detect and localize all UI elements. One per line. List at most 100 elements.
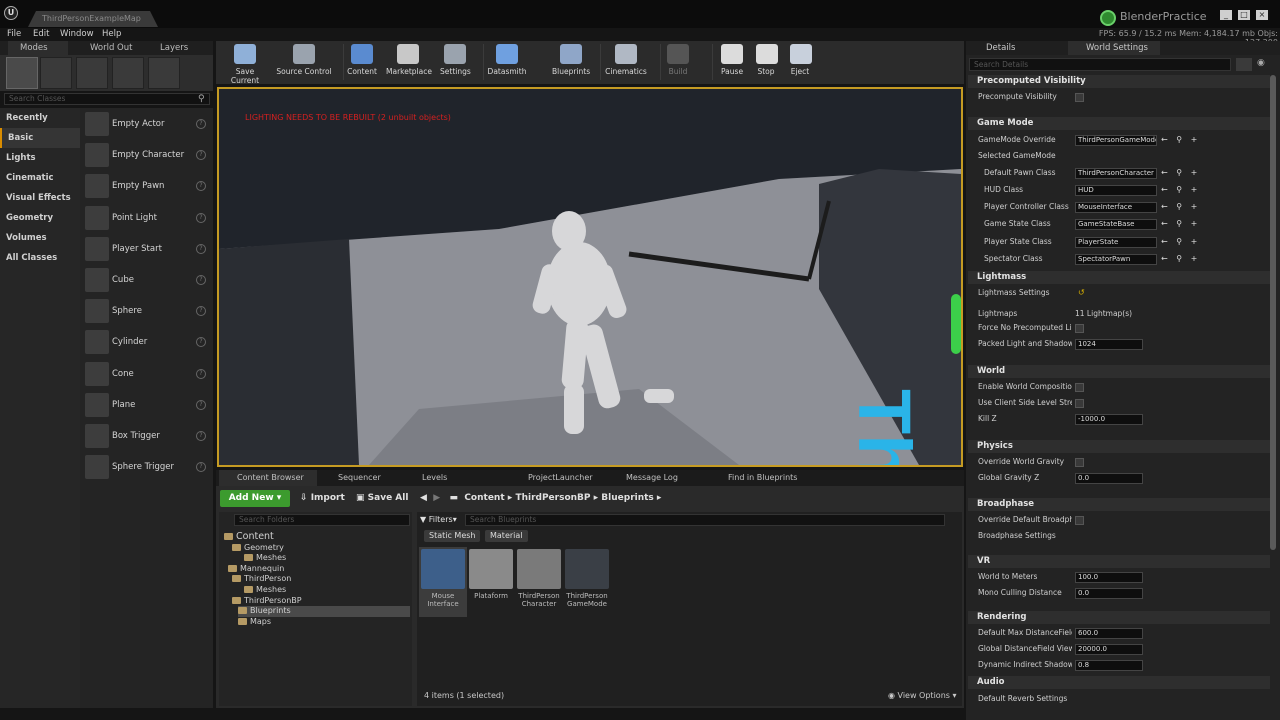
reset-icon[interactable]: ↺ xyxy=(1078,288,1088,297)
search-details-input[interactable]: Search Details xyxy=(969,58,1231,71)
crumb-blueprints[interactable]: Blueprints xyxy=(601,493,654,503)
search-classes-input[interactable]: Search Classes xyxy=(4,93,210,105)
property-matrix-icon[interactable] xyxy=(1236,58,1252,71)
place-item-plane[interactable]: Plane? xyxy=(82,391,210,419)
force_no-checkbox[interactable] xyxy=(1075,324,1084,333)
filter-chip-static-mesh[interactable]: Static Mesh xyxy=(424,530,481,542)
section-physics[interactable]: Physics xyxy=(968,440,1270,453)
override_bp-checkbox[interactable] xyxy=(1075,516,1084,525)
toolbar-content-button[interactable]: Content xyxy=(347,44,377,82)
geometry-mode-icon[interactable] xyxy=(148,57,180,89)
place-item-empty-character[interactable]: Empty Character? xyxy=(82,141,210,169)
filters-button[interactable]: ▼ Filters▾ xyxy=(420,514,464,526)
maximize-button[interactable]: □ xyxy=(1238,10,1250,20)
asset-picker-controls[interactable]: ← ⚲ + xyxy=(1161,202,1200,211)
asset-picker-controls[interactable]: ← ⚲ + xyxy=(1161,135,1200,144)
global_grav-value[interactable]: 0.0 xyxy=(1075,473,1143,484)
asset-mouse-interface[interactable]: Mouse Interface xyxy=(419,547,467,617)
client_stream-checkbox[interactable] xyxy=(1075,399,1084,408)
pc-value[interactable]: MouseInterface xyxy=(1075,202,1157,213)
gs-value[interactable]: GameStateBase xyxy=(1075,219,1157,230)
folder-blueprints[interactable]: Blueprints xyxy=(238,606,410,617)
place-item-empty-actor[interactable]: Empty Actor? xyxy=(82,110,210,138)
gm_override-value[interactable]: ThirdPersonGameMode xyxy=(1075,135,1157,146)
toolbar-stop-button[interactable]: Stop xyxy=(756,44,778,82)
asset-picker-controls[interactable]: ← ⚲ + xyxy=(1161,219,1200,228)
category-basic[interactable]: Basic xyxy=(0,128,80,148)
tab-find-in-blueprints[interactable]: Find in Blueprints xyxy=(710,470,822,486)
help-icon[interactable]: ? xyxy=(196,306,206,317)
asset-picker-controls[interactable]: ← ⚲ + xyxy=(1161,237,1200,246)
asset-picker-controls[interactable]: ← ⚲ + xyxy=(1161,168,1200,177)
menu-edit[interactable]: Edit xyxy=(33,28,49,41)
toolbar-cinematics-button[interactable]: Cinematics xyxy=(605,44,647,82)
help-icon[interactable]: ? xyxy=(196,462,206,473)
tab-world-outliner[interactable]: World Out xyxy=(78,41,132,55)
category-visual-effects[interactable]: Visual Effects xyxy=(0,188,80,208)
toolbar-blueprints-button[interactable]: Blueprints xyxy=(552,44,590,82)
override_grav-checkbox[interactable] xyxy=(1075,458,1084,467)
folder-meshes[interactable]: Meshes xyxy=(244,585,286,596)
minimize-button[interactable]: _ xyxy=(1220,10,1232,20)
dis-value[interactable]: 0.8 xyxy=(1075,660,1143,671)
folder-mannequin[interactable]: Mannequin xyxy=(228,564,284,575)
folder-meshes[interactable]: Meshes xyxy=(244,553,286,564)
packed-value[interactable]: 1024 xyxy=(1075,339,1143,350)
spec-value[interactable]: SpectatorPawn xyxy=(1075,254,1157,265)
place-item-cone[interactable]: Cone? xyxy=(82,360,210,388)
asset-thirdperson-gamemode[interactable]: ThirdPerson GameMode xyxy=(563,547,611,617)
toolbar-save-current-button[interactable]: Save Current xyxy=(222,44,268,85)
paint-mode-icon[interactable] xyxy=(40,57,72,89)
place-item-sphere[interactable]: Sphere? xyxy=(82,297,210,325)
world_comp-checkbox[interactable] xyxy=(1075,383,1084,392)
view-options-eye-icon[interactable]: ◉ xyxy=(1257,58,1265,68)
section-vr[interactable]: VR xyxy=(968,555,1270,568)
tab-details[interactable]: Details xyxy=(972,41,1015,55)
category-all-classes[interactable]: All Classes xyxy=(0,248,80,268)
menu-window[interactable]: Window xyxy=(60,28,94,41)
place-item-sphere-trigger[interactable]: Sphere Trigger? xyxy=(82,453,210,481)
pawn-value[interactable]: ThirdPersonCharacter xyxy=(1075,168,1157,179)
tab-world-settings[interactable]: World Settings xyxy=(1068,41,1160,55)
section-lightmass[interactable]: Lightmass xyxy=(968,271,1270,284)
section-gamemode[interactable]: Game Mode xyxy=(968,117,1270,130)
place-item-player-start[interactable]: Player Start? xyxy=(82,235,210,263)
section-audio[interactable]: Audio xyxy=(968,676,1270,689)
asset-plataform[interactable]: Plataform xyxy=(467,547,515,617)
place-item-point-light[interactable]: Point Light? xyxy=(82,204,210,232)
menu-help[interactable]: Help xyxy=(102,28,121,41)
search-folders-input[interactable]: Search Folders xyxy=(234,514,410,526)
category-recently-placed[interactable]: Recently Placed xyxy=(0,108,80,143)
folder-content[interactable]: Content xyxy=(224,531,274,543)
foliage-mode-icon[interactable] xyxy=(112,57,144,89)
place-item-cube[interactable]: Cube? xyxy=(82,266,210,294)
level-document-tab[interactable]: ThirdPersonExampleMap xyxy=(28,11,158,27)
back-arrow-icon[interactable]: ◀ xyxy=(420,493,427,503)
crumb-content[interactable]: Content xyxy=(464,493,504,503)
section-broadphase[interactable]: Broadphase xyxy=(968,498,1270,511)
ps-value[interactable]: PlayerState xyxy=(1075,237,1157,248)
toolbar-build-button[interactable]: Build xyxy=(665,44,691,82)
asset-picker-controls[interactable]: ← ⚲ + xyxy=(1161,254,1200,263)
mono-value[interactable]: 0.0 xyxy=(1075,588,1143,599)
help-icon[interactable]: ? xyxy=(196,212,206,223)
category-cinematic[interactable]: Cinematic xyxy=(0,168,80,188)
section-rendering[interactable]: Rendering xyxy=(968,611,1270,624)
toolbar-settings-button[interactable]: Settings xyxy=(440,44,471,82)
folder-thirdperson[interactable]: ThirdPerson xyxy=(232,574,291,585)
gdf-value[interactable]: 20000.0 xyxy=(1075,644,1143,655)
toolbar-eject-button[interactable]: Eject xyxy=(790,44,812,82)
tab-content-browser[interactable]: Content Browser xyxy=(219,470,317,486)
toolbar-pause-button[interactable]: Pause xyxy=(721,44,743,82)
category-volumes[interactable]: Volumes xyxy=(0,228,80,248)
save-all-button[interactable]: ▣ Save All xyxy=(356,490,408,507)
hud-value[interactable]: HUD xyxy=(1075,185,1157,196)
help-icon[interactable]: ? xyxy=(196,337,206,348)
section-world[interactable]: World xyxy=(968,365,1270,378)
wtm-value[interactable]: 100.0 xyxy=(1075,572,1143,583)
toolbar-source-control-button[interactable]: Source Control xyxy=(276,44,332,82)
dfm-value[interactable]: 600.0 xyxy=(1075,628,1143,639)
help-icon[interactable]: ? xyxy=(196,119,206,129)
place-item-box-trigger[interactable]: Box Trigger? xyxy=(82,422,210,450)
tab-projectlauncher[interactable]: ProjectLauncher xyxy=(510,470,606,486)
